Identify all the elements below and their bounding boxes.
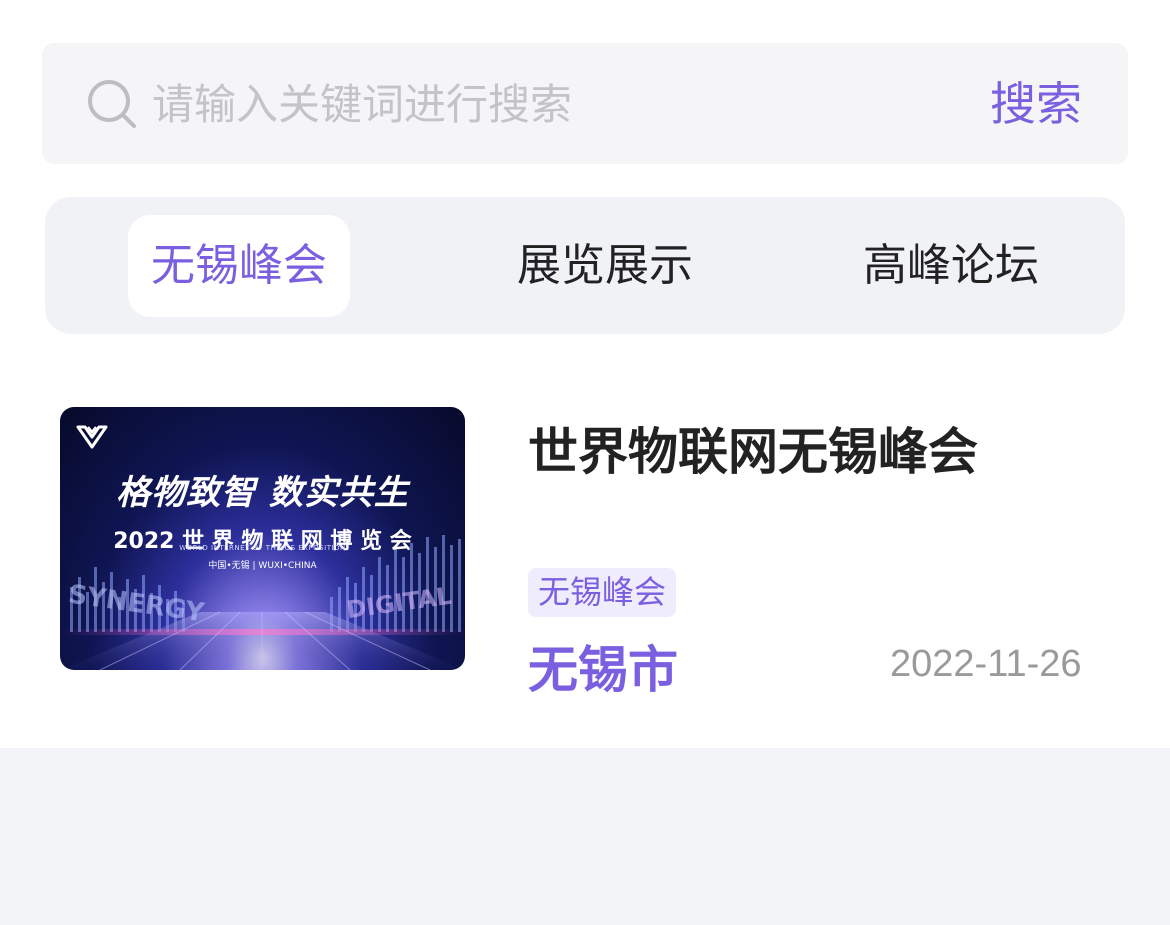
thumbnail-location: 中国•无锡 | WUXI•CHINA: [208, 561, 317, 571]
expo-logo-icon: [76, 425, 108, 449]
tab-exhibition[interactable]: 展览展示: [480, 215, 730, 317]
search-button[interactable]: 搜索: [990, 73, 1082, 135]
search-icon: [88, 80, 136, 128]
item-date: 2022-11-26: [890, 643, 1082, 685]
item-tag: 无锡峰会: [528, 568, 677, 617]
tab-wuxi-summit[interactable]: 无锡峰会: [128, 215, 350, 317]
item-city: 无锡市: [528, 641, 678, 699]
tab-forum[interactable]: 高峰论坛: [826, 215, 1076, 317]
event-thumbnail[interactable]: 格物致智 数实共生 2022 世 界 物 联 网 博 览 会 WORLD INT…: [60, 407, 465, 670]
search-input[interactable]: [152, 73, 952, 135]
thumbnail-subtitle-en: WORLD INTERNET OF THINGS EXPOSITION: [179, 544, 346, 552]
item-title: 世界物联网无锡峰会: [528, 423, 978, 481]
thumbnail-headline: 格物致智 数实共生: [116, 473, 409, 513]
